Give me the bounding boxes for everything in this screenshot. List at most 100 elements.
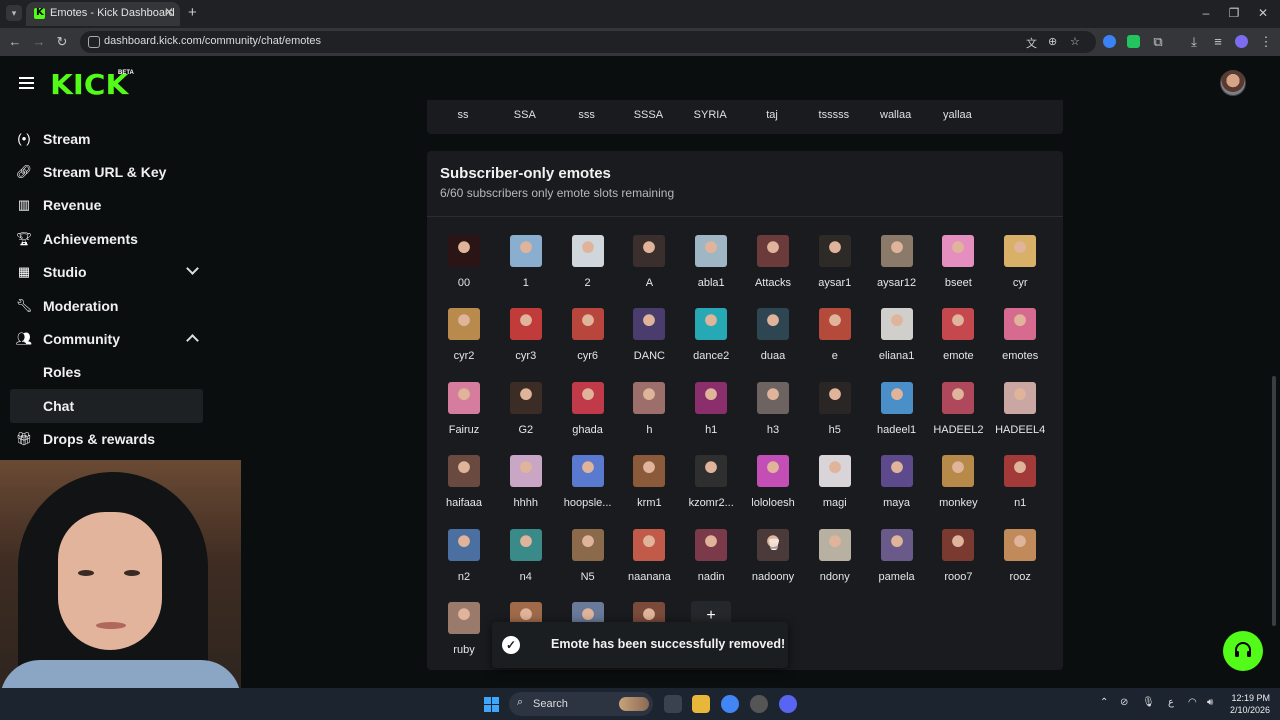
emote-tile[interactable]: bseet (927, 231, 989, 297)
emote-tile[interactable]: hoopsle... (557, 451, 619, 517)
obs-icon[interactable] (750, 695, 768, 713)
emote-tile[interactable]: 1 (495, 231, 557, 297)
emote-tile[interactable]: dance2 (680, 304, 742, 370)
emote-tile[interactable]: e (804, 304, 866, 370)
emote-tile[interactable]: rooz (989, 525, 1051, 591)
sidebar-item-community[interactable]: 👥︎ Community (0, 322, 215, 355)
emote-tile[interactable]: HADEEL2 (927, 378, 989, 444)
microphone-icon[interactable]: 🎙︎ (1142, 697, 1155, 708)
emote-tile[interactable]: n1 (989, 451, 1051, 517)
emote-tile[interactable]: cyr (989, 231, 1051, 297)
emote-tile[interactable]: h1 (680, 378, 742, 444)
forward-icon[interactable]: → (31, 34, 47, 49)
emote-tile[interactable]: 00 (433, 231, 495, 297)
emote-tile[interactable]: DANC (618, 304, 680, 370)
support-chat-button[interactable] (1223, 631, 1263, 671)
emote-tile[interactable]: N5 (557, 525, 619, 591)
sidebar-item-moderation[interactable]: 🔧︎ Moderation (0, 289, 215, 322)
emote-tile[interactable]: kzomr2... (680, 451, 742, 517)
emote-tile[interactable]: cyr3 (495, 304, 557, 370)
emote-tile[interactable]: 🗑︎ nadoony (742, 525, 804, 591)
reload-icon[interactable]: ↻ (54, 34, 70, 50)
discord-icon[interactable] (779, 695, 797, 713)
sidebar-item-drops-rewards[interactable]: 🎁︎ Drops & rewards (0, 423, 215, 456)
bookmark-star-icon[interactable]: ☆ (1070, 35, 1080, 48)
emote-tile[interactable]: HADEEL4 (989, 378, 1051, 444)
emote-tile[interactable]: hhhh (495, 451, 557, 517)
emote-tile[interactable]: h5 (804, 378, 866, 444)
extensions-puzzle-icon[interactable]: ⧉ (1150, 34, 1166, 50)
taskbar-search[interactable]: ⌕ Search (509, 692, 653, 716)
emote-tile[interactable]: 2 (557, 231, 619, 297)
emote-tile[interactable]: hadeel1 (866, 378, 928, 444)
hamburger-menu-icon[interactable] (19, 77, 34, 89)
emote-tile[interactable]: ruby (433, 598, 495, 664)
emote-tile[interactable]: A (618, 231, 680, 297)
download-icon[interactable]: ⤓ (1186, 34, 1202, 50)
site-info-icon[interactable] (88, 36, 100, 48)
new-tab-icon[interactable]: + (188, 4, 197, 21)
task-view-icon[interactable] (664, 695, 682, 713)
menu-kebab-icon[interactable]: ⋮ (1258, 34, 1274, 50)
emote-tile[interactable]: ghada (557, 378, 619, 444)
extension-icon[interactable] (1103, 35, 1116, 48)
emote-tile[interactable]: emotes (989, 304, 1051, 370)
back-icon[interactable]: ← (7, 34, 23, 49)
close-window-icon[interactable]: ✕ (1253, 6, 1273, 20)
sidebar-item-studio[interactable]: ▦ Studio (0, 256, 215, 289)
sidebar-item-achievements[interactable]: 🏆︎ Achievements (0, 222, 215, 255)
close-tab-icon[interactable]: ✕ (164, 5, 174, 19)
chrome-icon[interactable] (721, 695, 739, 713)
user-avatar[interactable] (1220, 70, 1246, 96)
sidebar-subitem-roles[interactable]: Roles (0, 356, 215, 389)
emote-tile[interactable]: n2 (433, 525, 495, 591)
url-text[interactable]: dashboard.kick.com/community/chat/emotes (104, 35, 321, 47)
sidebar-item-stream-url-key[interactable]: 🔗︎ Stream URL & Key (0, 155, 215, 188)
emote-tile[interactable]: naanana (618, 525, 680, 591)
taskbar-clock[interactable]: 12:19 PM 2/10/2026 (1224, 692, 1270, 716)
minimize-icon[interactable]: – (1196, 6, 1216, 20)
emote-tile[interactable]: duaa (742, 304, 804, 370)
media-icon[interactable]: ≡ (1210, 34, 1226, 49)
wifi-icon[interactable]: ◠ (1188, 697, 1197, 708)
zoom-icon[interactable]: ⊕ (1048, 35, 1057, 48)
emote-tile[interactable]: magi (804, 451, 866, 517)
emote-tile[interactable]: krm1 (618, 451, 680, 517)
kick-logo[interactable]: KICK (50, 68, 128, 101)
emote-tile[interactable]: lololoesh (742, 451, 804, 517)
emote-tile[interactable]: abla1 (680, 231, 742, 297)
emote-tile[interactable]: aysar1 (804, 231, 866, 297)
emote-tile[interactable]: n4 (495, 525, 557, 591)
emote-tile[interactable]: maya (866, 451, 928, 517)
sidebar-item-revenue[interactable]: ▥ Revenue (0, 189, 215, 222)
chevron-down-icon[interactable] (186, 261, 199, 275)
emote-tile[interactable]: cyr2 (433, 304, 495, 370)
emote-tile[interactable]: cyr6 (557, 304, 619, 370)
emote-tile[interactable]: rooo7 (927, 525, 989, 591)
windows-start-icon[interactable] (484, 697, 499, 712)
sidebar-subitem-chat[interactable]: Chat (10, 389, 203, 423)
emote-tile[interactable]: haifaaa (433, 451, 495, 517)
network-off-icon[interactable]: ⊘ (1120, 697, 1128, 708)
shield-extension-icon[interactable] (1127, 35, 1140, 48)
emote-tile[interactable]: emote (927, 304, 989, 370)
emote-tile[interactable]: eliana1 (866, 304, 928, 370)
trash-icon[interactable]: 🗑︎ (767, 538, 781, 551)
tab-search-icon[interactable]: ▾ (6, 5, 22, 21)
emote-tile[interactable]: pamela (866, 525, 928, 591)
emote-tile[interactable]: Attacks (742, 231, 804, 297)
chevron-up-icon[interactable] (186, 334, 199, 348)
emote-tile[interactable]: h (618, 378, 680, 444)
emote-tile[interactable]: nadin (680, 525, 742, 591)
address-bar[interactable]: dashboard.kick.com/community/chat/emotes… (80, 31, 1096, 53)
emote-tile[interactable]: Fairuz (433, 378, 495, 444)
emote-tile[interactable]: monkey (927, 451, 989, 517)
emote-tile[interactable]: ndony (804, 525, 866, 591)
tray-chevron-icon[interactable]: ⌃ (1100, 697, 1108, 708)
translate-icon[interactable]: 文 (1026, 35, 1037, 51)
scrollbar[interactable] (1272, 376, 1276, 626)
sidebar-item-stream[interactable]: (•) Stream (0, 122, 215, 155)
language-icon[interactable]: ع (1168, 697, 1174, 708)
emote-tile[interactable]: G2 (495, 378, 557, 444)
browser-tab[interactable]: Emotes - Kick Dashboard ✕ (26, 2, 180, 26)
